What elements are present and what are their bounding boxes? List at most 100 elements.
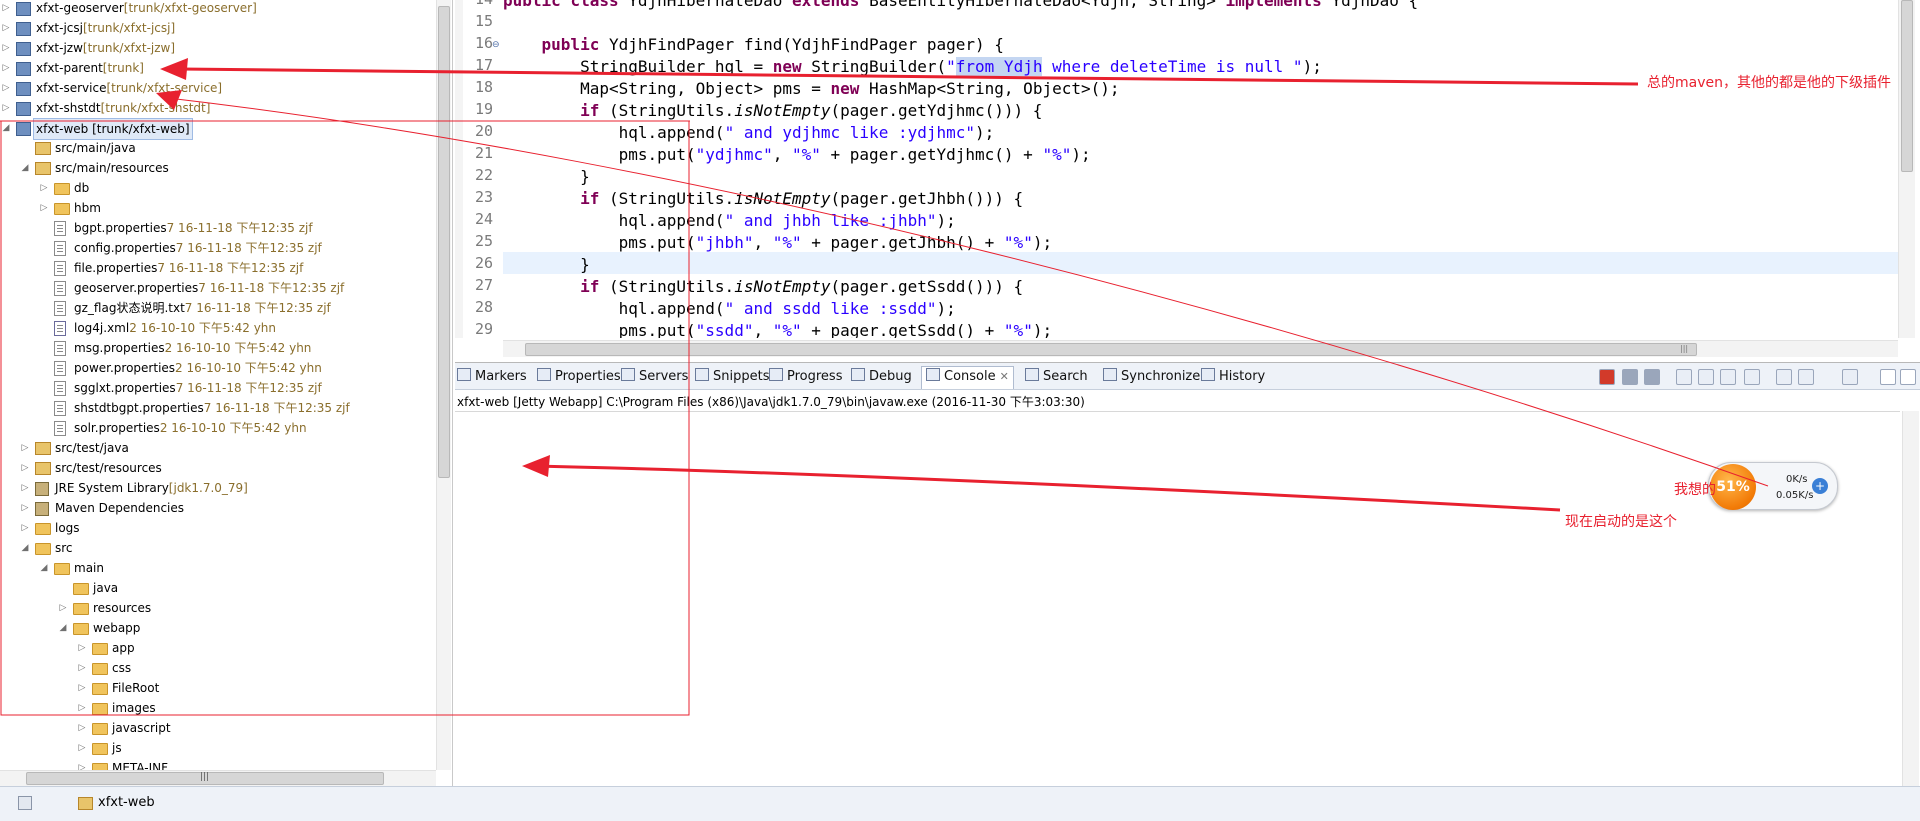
collapsed-arrow-icon[interactable]: ▷ [19,458,31,478]
pin-icon[interactable] [18,796,32,810]
console-vertical-scrollbar[interactable] [1902,411,1919,787]
collapsed-arrow-icon[interactable]: ▷ [19,478,31,498]
tree-item[interactable]: ▷ js [0,738,434,758]
tree-item[interactable]: ▷ xfxt-geoserver[trunk/xfxt-geoserver] [0,0,434,18]
editor-vertical-scroll-thumb[interactable] [1901,0,1913,172]
tree-item[interactable]: ▷ logs [0,518,434,538]
tab-console[interactable]: Console ✕ [921,366,1014,389]
code-line[interactable]: hql.append(" and ydjhmc like :ydjhmc"); [503,122,995,144]
open-console-icon[interactable] [1842,369,1858,385]
code-editor[interactable]: 14 15 16 17 18 19 20 21 22 23 24 25 26 27 28 29 ⊖ public… [455,0,1920,360]
show-console-icon[interactable] [1744,369,1760,385]
tree-item[interactable]: ▷ resources [0,598,434,618]
tree-item[interactable]: ▷ xfxt-jzw[trunk/xfxt-jzw] [0,38,434,58]
tree-item[interactable]: solr.properties2 16-10-10 下午5:42 yhn [0,418,434,438]
remove-all-icon[interactable] [1644,369,1660,385]
tree-item[interactable]: geoserver.properties7 16-11-18 下午12:35 z… [0,278,434,298]
tab-servers[interactable]: Servers [621,367,688,387]
tree-item[interactable]: ▷ xfxt-parent[trunk] [0,58,434,78]
tree-item[interactable]: log4j.xml2 16-10-10 下午5:42 yhn [0,318,434,338]
collapsed-arrow-icon[interactable]: ▷ [76,718,88,738]
code-text-area[interactable]: public class YdjhHibernateDao extends Ba… [503,0,1898,338]
collapsed-arrow-icon[interactable]: ▷ [19,518,31,538]
code-line[interactable]: } [503,254,590,276]
tree-item[interactable]: ▷ javascript [0,718,434,738]
scroll-lock-icon[interactable] [1698,369,1714,385]
tree-item[interactable]: ▷ src/test/resources [0,458,434,478]
collapsed-arrow-icon[interactable]: ▷ [57,598,69,618]
word-wrap-icon[interactable] [1720,369,1736,385]
tree-item[interactable]: ▷ FileRoot [0,678,434,698]
tab-progress[interactable]: Progress [769,367,842,387]
code-line[interactable]: pms.put("ydjhmc", "%" + pager.getYdjhmc(… [503,144,1091,166]
console-output-area[interactable] [455,411,1900,788]
maximize-icon[interactable] [1900,369,1916,385]
minimize-icon[interactable] [1880,369,1896,385]
collapsed-arrow-icon[interactable]: ▷ [19,498,31,518]
tree-item[interactable]: bgpt.properties7 16-11-18 下午12:35 zjf [0,218,434,238]
tab-snippets[interactable]: Snippets [695,367,769,387]
tree-item[interactable]: ▷ css [0,658,434,678]
display-console-icon[interactable] [1798,369,1814,385]
code-line[interactable]: public class YdjhHibernateDao extends Ba… [503,0,1418,12]
network-usage-ball[interactable]: 51% [1710,464,1756,510]
remove-launch-icon[interactable] [1622,369,1638,385]
tree-item[interactable]: shstdtbgpt.properties7 16-11-18 下午12:35 … [0,398,434,418]
tree-item[interactable]: ▷ db [0,178,434,198]
tab-synchronize[interactable]: Synchronize [1103,367,1200,387]
collapsed-arrow-icon[interactable]: ▷ [0,38,12,58]
collapsed-arrow-icon[interactable]: ▷ [0,0,12,18]
code-line[interactable]: if (StringUtils.isNotEmpty(pager.getJhbh… [503,188,1023,210]
expanded-arrow-icon[interactable]: ◢ [19,158,31,178]
code-line[interactable]: Map<String, Object> pms = new HashMap<St… [503,78,1119,100]
close-icon[interactable]: ✕ [1000,370,1009,383]
code-line[interactable]: StringBuilder hql = new StringBuilder("f… [503,56,1322,78]
tree-item[interactable]: file.properties7 16-11-18 下午12:35 zjf [0,258,434,278]
tab-properties[interactable]: Properties [537,367,621,387]
explorer-vertical-scroll-thumb[interactable] [438,6,450,478]
code-line[interactable]: if (StringUtils.isNotEmpty(pager.getSsdd… [503,276,1023,298]
fold-collapse-icon[interactable]: ⊖ [492,40,500,50]
pin-console-icon[interactable] [1776,369,1792,385]
collapsed-arrow-icon[interactable]: ▷ [76,678,88,698]
tab-search[interactable]: Search [1025,367,1088,387]
collapsed-arrow-icon[interactable]: ▷ [76,738,88,758]
tree-item[interactable]: ▷ xfxt-service[trunk/xfxt-service] [0,78,434,98]
collapsed-arrow-icon[interactable]: ▷ [0,98,12,118]
tab-markers[interactable]: Markers [457,367,527,387]
tree-item[interactable]: ▷ JRE System Library[jdk1.7.0_79] [0,478,434,498]
tree-item[interactable]: src/main/java [0,138,434,158]
tree-item[interactable]: config.properties7 16-11-18 下午12:35 zjf [0,238,434,258]
collapsed-arrow-icon[interactable]: ▷ [19,438,31,458]
collapsed-arrow-icon[interactable]: ▷ [76,658,88,678]
code-line[interactable]: pms.put("jhbh", "%" + pager.getJhbh() + … [503,232,1053,254]
code-line[interactable]: pms.put("ssdd", "%" + pager.getSsdd() + … [503,320,1053,338]
code-line[interactable]: hql.append(" and jhbh like :jhbh"); [503,210,956,232]
collapsed-arrow-icon[interactable]: ▷ [0,78,12,98]
tab-history[interactable]: History [1201,367,1265,387]
code-line[interactable]: if (StringUtils.isNotEmpty(pager.getYdjh… [503,100,1042,122]
tree-item[interactable]: ◢ main [0,558,434,578]
expanded-arrow-icon[interactable]: ◢ [38,558,50,578]
collapsed-arrow-icon[interactable]: ▷ [76,698,88,718]
tree-item[interactable]: ◢ xfxt-web [trunk/xfxt-web] [0,118,434,140]
tree-item[interactable]: ◢ src/main/resources [0,158,434,178]
tree-item[interactable]: ▷ xfxt-shstdt[trunk/xfxt-shstdt] [0,98,434,118]
code-line[interactable]: public YdjhFindPager find(YdjhFindPager … [503,34,1004,56]
tree-item[interactable]: ▷ hbm [0,198,434,218]
collapsed-arrow-icon[interactable]: ▷ [38,178,50,198]
tree-item[interactable]: ▷ src/test/java [0,438,434,458]
collapsed-arrow-icon[interactable]: ▷ [38,198,50,218]
expanded-arrow-icon[interactable]: ◢ [57,618,69,638]
clear-console-icon[interactable] [1676,369,1692,385]
expanded-arrow-icon[interactable]: ◢ [0,118,12,138]
tree-item[interactable]: ◢ src [0,538,434,558]
collapsed-arrow-icon[interactable]: ▷ [76,638,88,658]
code-line[interactable]: hql.append(" and ssdd like :ssdd"); [503,298,956,320]
tree-item[interactable]: ▷ xfxt-jcsj[trunk/xfxt-jcsj] [0,18,434,38]
tree-item[interactable]: sgglxt.properties7 16-11-18 下午12:35 zjf [0,378,434,398]
widget-plus-button[interactable]: + [1812,478,1828,494]
tree-item[interactable]: ▷ Maven Dependencies [0,498,434,518]
code-line[interactable]: } [503,166,590,188]
terminate-icon[interactable] [1599,369,1615,385]
